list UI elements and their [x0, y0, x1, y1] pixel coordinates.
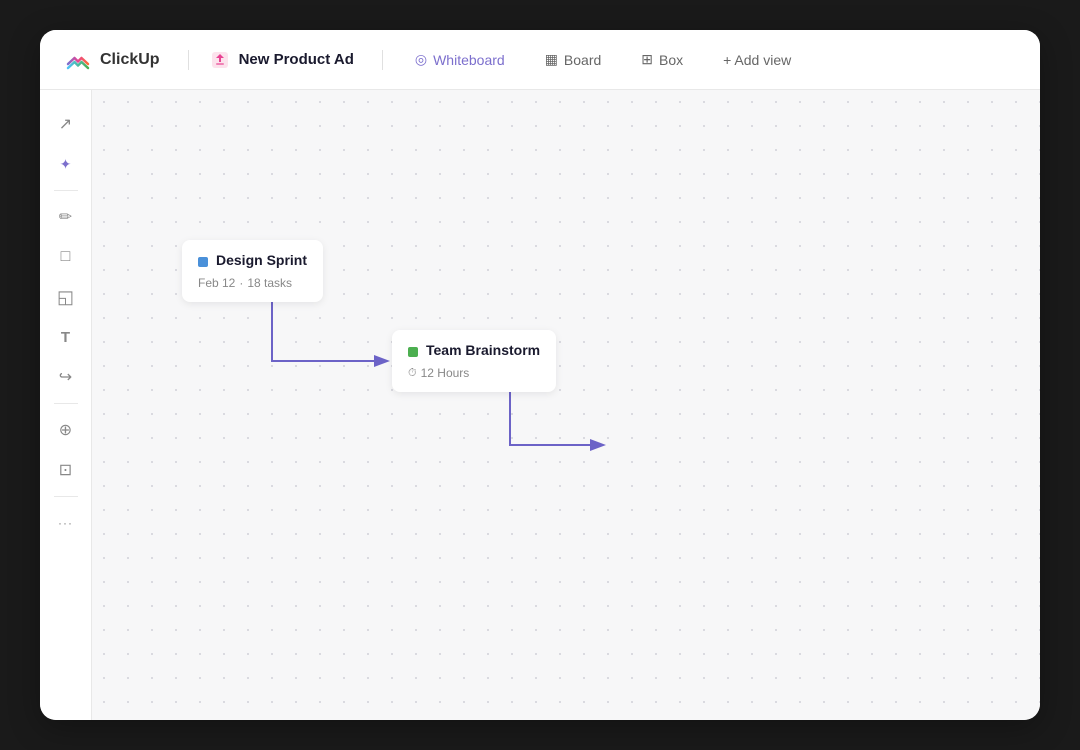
- tool-text[interactable]: T: [48, 319, 84, 355]
- project-name[interactable]: New Product Ad: [209, 49, 354, 71]
- clickup-logo-icon: [64, 46, 92, 74]
- project-icon: [209, 49, 231, 71]
- image-icon: ⊡: [59, 460, 72, 480]
- tool-more[interactable]: ···: [48, 505, 84, 541]
- tool-ai[interactable]: ✦: [48, 146, 84, 182]
- design-sprint-date: Feb 12: [198, 276, 235, 290]
- sidebar-sep-1: [54, 190, 78, 191]
- tab-box[interactable]: ⊞ Box: [629, 45, 695, 74]
- logo[interactable]: ClickUp: [64, 46, 160, 74]
- tool-arrow[interactable]: ↪: [48, 359, 84, 395]
- text-icon: T: [61, 329, 70, 346]
- design-sprint-tasks: 18 tasks: [247, 276, 292, 290]
- sidebar-sep-2: [54, 403, 78, 404]
- box-tab-icon: ⊞: [641, 51, 653, 68]
- logo-text: ClickUp: [100, 51, 160, 69]
- team-brainstorm-title: Team Brainstorm: [426, 342, 540, 358]
- tool-sticky-note[interactable]: ◱: [48, 279, 84, 315]
- rectangle-icon: □: [61, 248, 71, 266]
- board-tab-icon: ▦: [545, 51, 558, 68]
- tool-pen[interactable]: ✏: [48, 199, 84, 235]
- header-divider-2: [382, 50, 383, 70]
- tab-board[interactable]: ▦ Board: [533, 45, 614, 74]
- add-view-button[interactable]: + Add view: [711, 46, 803, 74]
- team-brainstorm-meta: ⏱ 12 Hours: [408, 366, 540, 380]
- app-window: ClickUp New Product Ad ◎ Whiteboard ▦ Bo…: [40, 30, 1040, 720]
- meta-separator: ·: [239, 276, 243, 290]
- tab-whiteboard[interactable]: ◎ Whiteboard: [403, 45, 517, 74]
- ai-icon: ✦: [60, 156, 72, 173]
- tool-rectangle[interactable]: □: [48, 239, 84, 275]
- canvas-arrows-svg: [92, 90, 1040, 720]
- design-sprint-title: Design Sprint: [216, 252, 307, 268]
- design-sprint-meta: Feb 12 · 18 tasks: [198, 276, 307, 290]
- project-name-text: New Product Ad: [239, 51, 354, 68]
- main-content: ↗ ✦ ✏ □ ◱ T ↪ ⊕: [40, 90, 1040, 720]
- globe-icon: ⊕: [59, 420, 72, 440]
- pen-icon: ✏: [59, 207, 72, 227]
- box-tab-label: Box: [659, 52, 683, 68]
- canvas[interactable]: Design Sprint Feb 12 · 18 tasks Team Bra…: [92, 90, 1040, 720]
- tool-cursor[interactable]: ↗: [48, 106, 84, 142]
- add-view-label: + Add view: [723, 52, 791, 68]
- team-brainstorm-hours: 12 Hours: [421, 366, 470, 380]
- whiteboard-tab-icon: ◎: [415, 51, 427, 68]
- tool-image[interactable]: ⊡: [48, 452, 84, 488]
- header: ClickUp New Product Ad ◎ Whiteboard ▦ Bo…: [40, 30, 1040, 90]
- board-tab-label: Board: [564, 52, 601, 68]
- whiteboard-tab-label: Whiteboard: [433, 52, 505, 68]
- design-sprint-dot: [198, 257, 208, 267]
- sidebar: ↗ ✦ ✏ □ ◱ T ↪ ⊕: [40, 90, 92, 720]
- more-icon: ···: [58, 516, 73, 530]
- header-divider-1: [188, 50, 189, 70]
- team-brainstorm-dot: [408, 347, 418, 357]
- sidebar-sep-3: [54, 496, 78, 497]
- arrow-icon: ↪: [59, 367, 72, 387]
- cursor-icon: ↗: [59, 114, 72, 134]
- card-design-sprint[interactable]: Design Sprint Feb 12 · 18 tasks: [182, 240, 323, 302]
- hours-icon: ⏱: [408, 367, 417, 380]
- tool-globe[interactable]: ⊕: [48, 412, 84, 448]
- card-team-brainstorm[interactable]: Team Brainstorm ⏱ 12 Hours: [392, 330, 556, 392]
- sticky-note-icon: ◱: [57, 287, 74, 308]
